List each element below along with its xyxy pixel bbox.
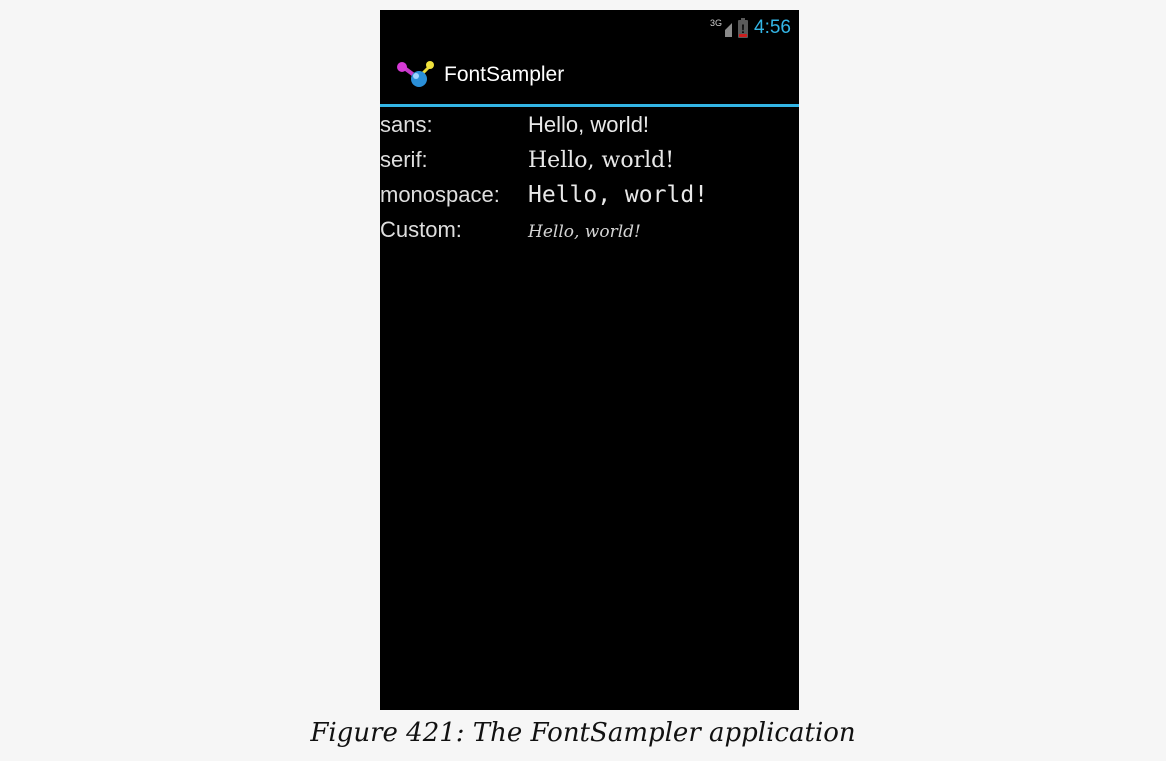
font-label: monospace:	[380, 182, 500, 207]
font-label: sans:	[380, 112, 433, 137]
app-molecule-icon[interactable]	[396, 58, 438, 92]
font-row-custom: Custom: Hello, world!	[380, 212, 799, 247]
status-indicators: 3G ! 4:56	[710, 10, 791, 46]
font-sample-table: sans: Hello, world! serif: Hello, world!…	[380, 107, 799, 247]
app-title: FontSampler	[444, 63, 565, 86]
battery-icon: !	[738, 17, 749, 38]
font-row-monospace: monospace: Hello, world!	[380, 177, 799, 212]
figure-caption: Figure 421: The FontSampler application	[310, 718, 856, 748]
font-row-sans: sans: Hello, world!	[380, 107, 799, 142]
status-clock: 4:56	[754, 17, 791, 38]
font-sample-custom: Hello, world!	[528, 222, 641, 242]
font-label: serif:	[380, 147, 428, 172]
font-row-serif: serif: Hello, world!	[380, 142, 799, 177]
signal-icon: 3G	[710, 17, 733, 39]
font-sample-serif: Hello, world!	[528, 148, 675, 173]
font-sample-sans: Hello, world!	[528, 112, 650, 137]
action-bar: FontSampler	[380, 46, 799, 107]
font-label: Custom:	[380, 217, 462, 242]
font-sample-monospace: Hello, world!	[528, 182, 709, 208]
battery-alert: !	[741, 21, 746, 36]
phone-screen: 3G ! 4:56 FontSampler sans: Hello, world…	[380, 10, 799, 710]
status-bar: 3G ! 4:56	[380, 10, 799, 46]
network-type-label: 3G	[710, 18, 723, 28]
